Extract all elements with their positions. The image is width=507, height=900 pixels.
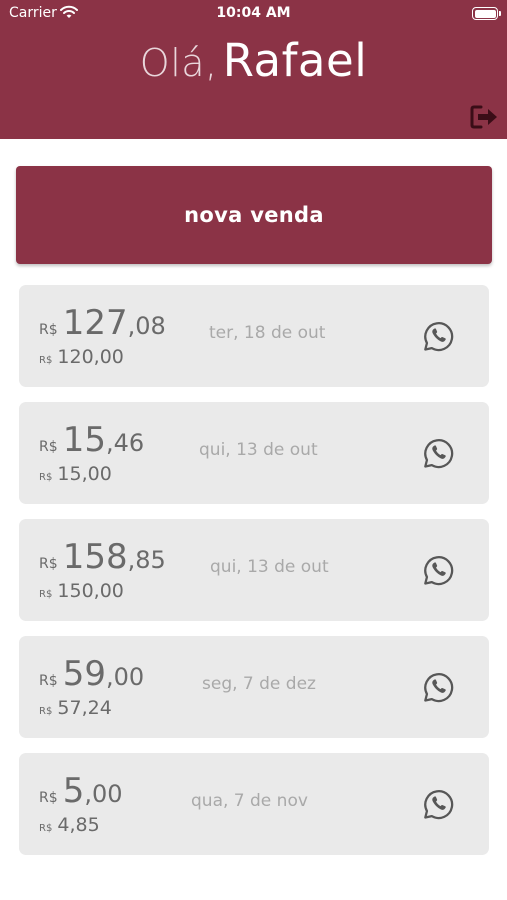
whatsapp-icon[interactable] — [422, 319, 455, 352]
sale-date: qua, 7 de nov — [191, 791, 308, 811]
sale-subtotal: R$ 120,00 — [39, 348, 124, 367]
sale-date: seg, 7 de dez — [202, 674, 316, 694]
sale-card[interactable]: R$ 15,46 R$ 15,00 qui, 13 de out — [19, 402, 489, 504]
sale-subtotal-value: 4,85 — [57, 814, 100, 836]
currency-symbol: R$ — [39, 355, 53, 366]
sale-total: R$ 5,00 — [39, 774, 123, 808]
logout-icon[interactable] — [470, 104, 500, 130]
sale-date: qui, 13 de out — [199, 440, 318, 460]
whatsapp-icon[interactable] — [422, 787, 455, 820]
sale-subtotal: R$ 15,00 — [39, 465, 112, 484]
sale-subtotal: R$ 57,24 — [39, 699, 112, 718]
sale-total: R$ 127,08 — [39, 306, 166, 340]
sale-total-decimals: ,00 — [84, 780, 123, 808]
battery-fill — [474, 9, 496, 18]
sale-total-decimals: ,46 — [106, 429, 145, 457]
currency-symbol: R$ — [39, 589, 53, 600]
sale-total-decimals: ,08 — [127, 312, 166, 340]
greeting-hello: Olá, — [139, 41, 218, 85]
sale-subtotal-value: 15,00 — [57, 463, 112, 485]
sale-card[interactable]: R$ 59,00 R$ 57,24 seg, 7 de dez — [19, 636, 489, 738]
sale-total: R$ 15,46 — [39, 423, 144, 457]
sale-subtotal-value: 120,00 — [57, 346, 124, 368]
new-sale-button[interactable]: nova venda — [16, 166, 492, 264]
sale-subtotal-value: 57,24 — [57, 697, 112, 719]
whatsapp-icon[interactable] — [422, 670, 455, 703]
new-sale-label: nova venda — [184, 203, 324, 227]
sale-total-integer: 127 — [62, 303, 128, 343]
status-bar: Carrier 10:04 AM — [0, 0, 507, 28]
battery-icon — [472, 7, 501, 20]
sale-total-integer: 5 — [62, 771, 85, 811]
currency-symbol: R$ — [39, 823, 53, 834]
sale-total-decimals: ,85 — [127, 546, 166, 574]
sale-total-integer: 158 — [62, 537, 128, 577]
sale-total: R$ 158,85 — [39, 540, 166, 574]
currency-symbol: R$ — [39, 322, 58, 338]
currency-symbol: R$ — [39, 673, 58, 689]
user-name: Rafael — [222, 34, 368, 87]
currency-symbol: R$ — [39, 706, 53, 717]
currency-symbol: R$ — [39, 556, 58, 572]
currency-symbol: R$ — [39, 439, 58, 455]
sale-card[interactable]: R$ 5,00 R$ 4,85 qua, 7 de nov — [19, 753, 489, 855]
whatsapp-icon[interactable] — [422, 436, 455, 469]
sale-total-decimals: ,00 — [106, 663, 145, 691]
sales-list: R$ 127,08 R$ 120,00 ter, 18 de out R$ 15… — [19, 285, 489, 870]
whatsapp-icon[interactable] — [422, 553, 455, 586]
battery-tip — [499, 11, 501, 16]
sale-card[interactable]: R$ 158,85 R$ 150,00 qui, 13 de out — [19, 519, 489, 621]
sale-date: qui, 13 de out — [210, 557, 329, 577]
sale-card[interactable]: R$ 127,08 R$ 120,00 ter, 18 de out — [19, 285, 489, 387]
status-time: 10:04 AM — [216, 5, 291, 21]
currency-symbol: R$ — [39, 472, 53, 483]
sale-subtotal: R$ 4,85 — [39, 816, 100, 835]
currency-symbol: R$ — [39, 790, 58, 806]
header-bar: Carrier 10:04 AM Olá, Rafael — [0, 0, 507, 139]
sale-total-integer: 59 — [62, 654, 106, 694]
sale-total-integer: 15 — [62, 420, 106, 460]
greeting: Olá, Rafael — [0, 33, 507, 99]
sale-subtotal-value: 150,00 — [57, 580, 124, 602]
sale-date: ter, 18 de out — [209, 323, 326, 343]
sale-subtotal: R$ 150,00 — [39, 582, 124, 601]
sale-total: R$ 59,00 — [39, 657, 144, 691]
